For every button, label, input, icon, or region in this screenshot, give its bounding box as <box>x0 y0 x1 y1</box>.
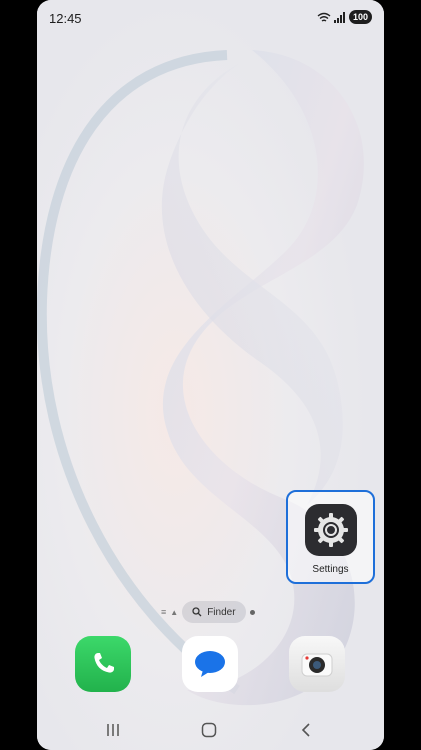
signal-icon <box>333 11 345 23</box>
settings-label: Settings <box>312 564 349 575</box>
battery-icon: 100 <box>348 10 372 24</box>
page-indicator: ≡ ▲ Finder <box>161 601 255 623</box>
status-time: 12:45 <box>49 11 82 26</box>
phone-app[interactable] <box>75 636 131 692</box>
camera-icon <box>301 653 333 677</box>
back-icon <box>301 723 310 737</box>
wifi-icon <box>317 12 331 22</box>
recents-icon <box>107 724 119 736</box>
settings-app[interactable]: Settings <box>286 490 375 584</box>
chat-bubble-icon <box>195 651 225 677</box>
home-button[interactable] <box>189 718 229 742</box>
menu-handle-icon: ≡ <box>161 607 167 617</box>
home-icon <box>201 722 217 738</box>
navigation-bar <box>37 710 384 750</box>
status-bar: 12:45 100 <box>37 0 384 38</box>
home-page-icon: ▲ <box>170 607 179 617</box>
gear-icon <box>305 504 357 556</box>
messages-app[interactable] <box>182 636 238 692</box>
phone-icon <box>94 653 114 673</box>
search-icon <box>192 607 202 617</box>
page-dot <box>249 609 255 615</box>
camera-app[interactable] <box>289 636 345 692</box>
finder-button[interactable]: Finder <box>182 601 246 623</box>
finder-label: Finder <box>207 606 236 618</box>
back-button[interactable] <box>286 718 326 742</box>
recents-button[interactable] <box>93 718 133 742</box>
status-icons: 100 <box>317 10 372 24</box>
home-screen: 12:45 100 Settings ≡ ▲ Finder <box>37 0 384 750</box>
